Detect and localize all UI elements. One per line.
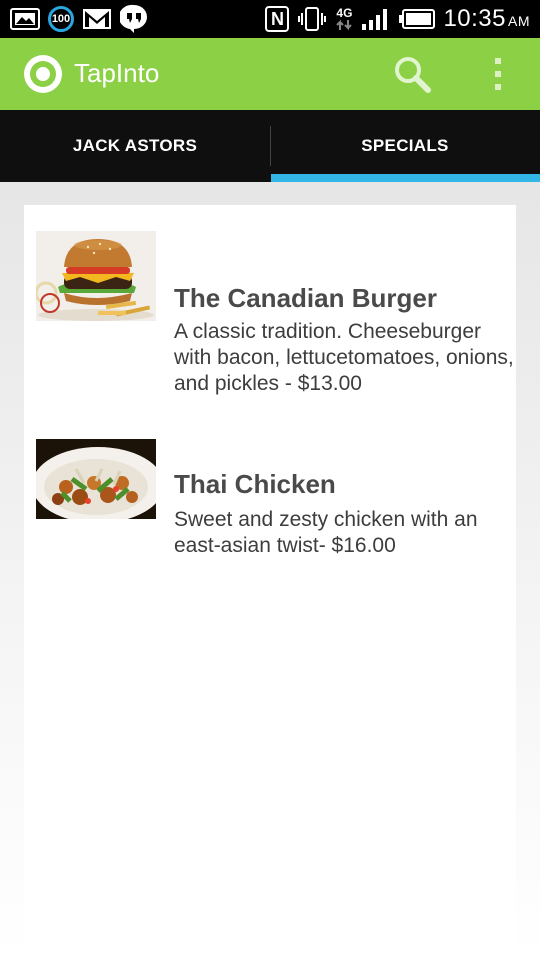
- signal-icon: [361, 7, 391, 31]
- tab-specials[interactable]: SPECIALS: [270, 110, 540, 182]
- nfc-icon: N: [265, 6, 290, 32]
- app-bar: TapInto: [0, 38, 540, 110]
- tab-bar: JACK ASTORS SPECIALS: [0, 110, 540, 182]
- selected-tab-indicator: [271, 174, 540, 182]
- tab-jack-astors[interactable]: JACK ASTORS: [0, 110, 270, 182]
- image-icon: [10, 8, 40, 30]
- special-description: Sweet and zesty chicken with an east-asi…: [174, 508, 478, 557]
- hangouts-icon: [120, 4, 148, 34]
- special-title: The Canadian Burger: [174, 283, 437, 313]
- battery-icon: [399, 9, 436, 29]
- burger-image: [36, 231, 156, 321]
- app-title: TapInto: [74, 58, 160, 88]
- tab-label: JACK ASTORS: [72, 136, 198, 155]
- special-title: Thai Chicken: [174, 469, 336, 499]
- status-bar: 100 N 4G 10:35 AM: [0, 0, 540, 38]
- gmail-icon: [82, 8, 112, 30]
- clock: 10:35 AM: [443, 5, 530, 32]
- special-description: A classic tradition. Cheeseburger with b…: [174, 320, 514, 395]
- search-icon: [395, 57, 431, 93]
- specials-list: The Canadian Burger A classic tradition.…: [24, 205, 516, 960]
- tapinto-logo-icon[interactable]: [24, 55, 62, 93]
- battery-percent-icon: 100: [48, 6, 74, 32]
- tab-label: SPECIALS: [361, 136, 449, 155]
- search-button[interactable]: [392, 54, 434, 96]
- overflow-menu-icon[interactable]: [486, 54, 510, 94]
- network-4g-icon: 4G: [335, 7, 353, 31]
- thai-chicken-image: [36, 439, 156, 519]
- vibrate-icon: [297, 7, 327, 31]
